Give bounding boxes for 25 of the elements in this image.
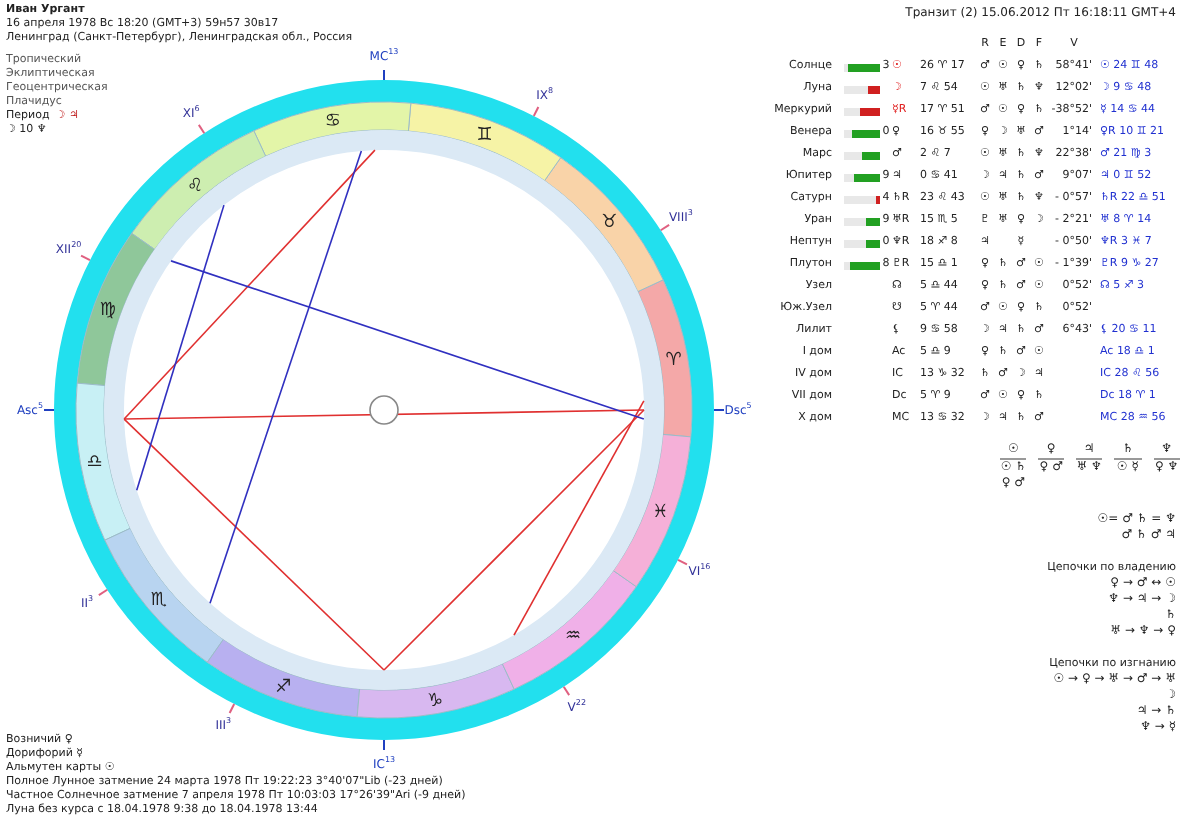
cusp-tick bbox=[383, 739, 385, 751]
cusp-tick bbox=[677, 558, 688, 566]
cusp-tick bbox=[659, 223, 671, 232]
sign-glyph: ♐ bbox=[275, 678, 292, 699]
sign-glyph: ♊ bbox=[476, 125, 493, 146]
cusp-tick bbox=[228, 703, 236, 714]
sign-glyph: ♍ bbox=[99, 301, 116, 322]
cusp-tick bbox=[43, 409, 55, 411]
sign-glyph: ♈ bbox=[665, 350, 682, 371]
cusp-tick bbox=[197, 123, 206, 135]
sign-glyph: ♉ bbox=[601, 213, 618, 233]
center-circle bbox=[369, 395, 399, 425]
sign-glyph: ♌ bbox=[186, 176, 204, 197]
cusp-tick bbox=[532, 106, 540, 117]
cusp-tick bbox=[383, 69, 385, 81]
sign-glyph: ♋ bbox=[324, 112, 342, 133]
cusp-tick bbox=[713, 409, 725, 411]
sign-glyph: ♏ bbox=[150, 591, 167, 611]
sign-glyph: ♒ bbox=[564, 627, 582, 648]
cusp-tick bbox=[562, 685, 571, 697]
cusp-tick bbox=[80, 254, 91, 262]
sign-glyph: ♓ bbox=[652, 502, 669, 523]
sign-glyph: ♎ bbox=[86, 453, 103, 474]
sign-glyph: ♑ bbox=[426, 691, 444, 712]
cusp-tick bbox=[97, 588, 109, 597]
